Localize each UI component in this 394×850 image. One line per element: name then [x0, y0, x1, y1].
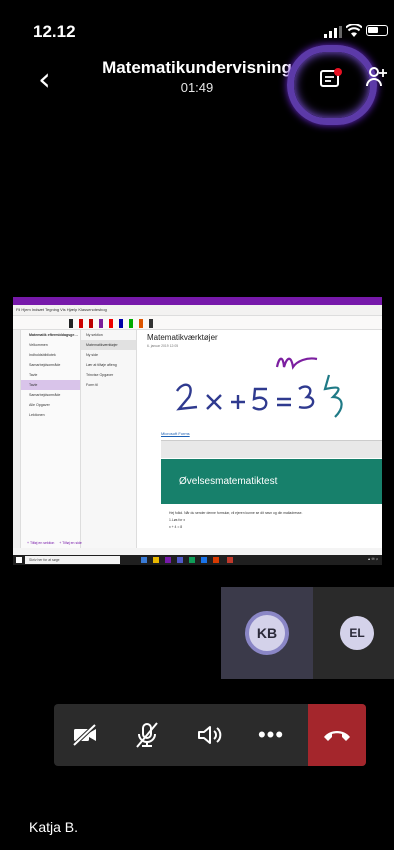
forms-title: Øvelsesmatematiktest [179, 476, 278, 487]
camera-off-icon [72, 723, 97, 747]
teams-icon [177, 557, 183, 563]
pen-icon [149, 319, 153, 328]
handwritten-equation [175, 357, 343, 418]
windows-taskbar: Skriv her for at søge ▲ ✉ ♫ [13, 555, 382, 565]
system-tray: ▲ ✉ ♫ [367, 557, 378, 561]
section-item: Tavle [21, 380, 80, 390]
wifi-icon [346, 24, 362, 37]
add-participant-icon[interactable] [366, 66, 388, 90]
taskbar-search: Skriv her for at søge [25, 556, 120, 564]
pen-icon [69, 319, 73, 328]
self-name-label: Katja B. [29, 819, 79, 835]
app-icon [141, 557, 147, 563]
add-section-link: + Tilføj en sektion [27, 541, 55, 545]
page-item: Ny side [86, 353, 98, 357]
windows-start-icon [16, 557, 22, 563]
page-item: Matematikværktøjer [81, 340, 136, 350]
section-item: Alle Opgaver [29, 403, 50, 407]
forms-embed-banner: Øvelsesmatematiktest [161, 459, 382, 504]
app-icon [213, 557, 219, 563]
app-icon [227, 557, 233, 563]
onenote-draw-toolbar [13, 316, 382, 330]
signal-icon [324, 26, 342, 38]
notebook-header: Matematik eftermiddagsge… [29, 333, 78, 337]
pen-icon [79, 319, 83, 328]
hang-up-icon [324, 731, 350, 741]
section-item: Velkommen [29, 343, 48, 347]
hang-up-button[interactable] [308, 704, 366, 766]
participant-tile[interactable]: KB [221, 587, 313, 679]
chat-icon[interactable] [318, 67, 344, 93]
status-time: 12.12 [33, 22, 76, 41]
pen-icon [89, 319, 93, 328]
camera-toggle-button[interactable] [54, 704, 116, 766]
forms-description: Hej folkd. Når du sender denne formular,… [169, 511, 303, 515]
add-page-link: + Tilføj en side [59, 541, 82, 545]
mic-toggle-button[interactable] [116, 704, 178, 766]
pen-icon [99, 319, 103, 328]
section-item: Samarbejdsområde [29, 363, 61, 367]
app-icon [201, 557, 207, 563]
onenote-icon [165, 557, 171, 563]
pen-icon [139, 319, 143, 328]
section-item: Lektionen [29, 413, 45, 417]
section-item: Indholdsbibliotek [29, 353, 56, 357]
avatar: EL [340, 616, 374, 650]
forms-link[interactable]: Microsoft Forms [161, 431, 190, 436]
folder-icon [153, 557, 159, 563]
onenote-left-rail [13, 330, 21, 548]
shared-screen: Fil Hjem Indsæt Tegning Vis Hjælp Klasse… [13, 297, 382, 565]
forms-question: 1.Løs for x [169, 518, 186, 522]
more-options-button[interactable]: ••• [240, 704, 302, 766]
app-icon [189, 557, 195, 563]
page-item: Form til [86, 383, 98, 387]
call-controls: ••• [54, 704, 366, 766]
onenote-bottom-links: + Tilføj en sektion + Tilføj en side [21, 538, 137, 548]
forms-embed-header [161, 440, 382, 458]
onenote-ribbon: Fil Hjem Indsæt Tegning Vis Hjælp Klasse… [13, 305, 382, 316]
forms-question-text: x + 4 = 8 [169, 525, 183, 529]
page-title: Matematikværktøjer [147, 333, 218, 342]
pen-icon [109, 319, 113, 328]
speaker-icon [198, 726, 222, 744]
teams-call-screen: 12.12 ‹ Matematikundervisning 01:49 Fil … [0, 0, 394, 850]
page-item: Ny sektion [86, 333, 103, 337]
section-item: Samarbejdsområde [29, 393, 61, 397]
pen-icon [129, 319, 133, 328]
notebook-sections: Matematik eftermiddagsge… Velkommen Indh… [21, 330, 81, 548]
section-item: Tavle [29, 373, 38, 377]
page-item: Trinvise Opgaver [86, 373, 114, 377]
battery-icon [366, 25, 388, 36]
participant-tile[interactable]: EL [313, 587, 394, 679]
pen-icon [119, 319, 123, 328]
page-item: Lær at tilføje afleng [86, 363, 117, 367]
avatar: KB [245, 611, 289, 655]
more-icon: ••• [257, 722, 285, 747]
status-bar: 12.12 [0, 0, 394, 44]
speaker-button[interactable] [178, 704, 240, 766]
mic-off-icon [136, 722, 158, 748]
forms-embed-body: Hej folkd. Når du sender denne formular,… [161, 504, 382, 548]
page-list: Ny sektion Matematikværktøjer Ny side Læ… [81, 330, 137, 548]
onenote-page-canvas: Matematikværktøjer 6. januar 2019 12:05 … [137, 330, 382, 548]
onenote-titlebar [13, 297, 382, 305]
